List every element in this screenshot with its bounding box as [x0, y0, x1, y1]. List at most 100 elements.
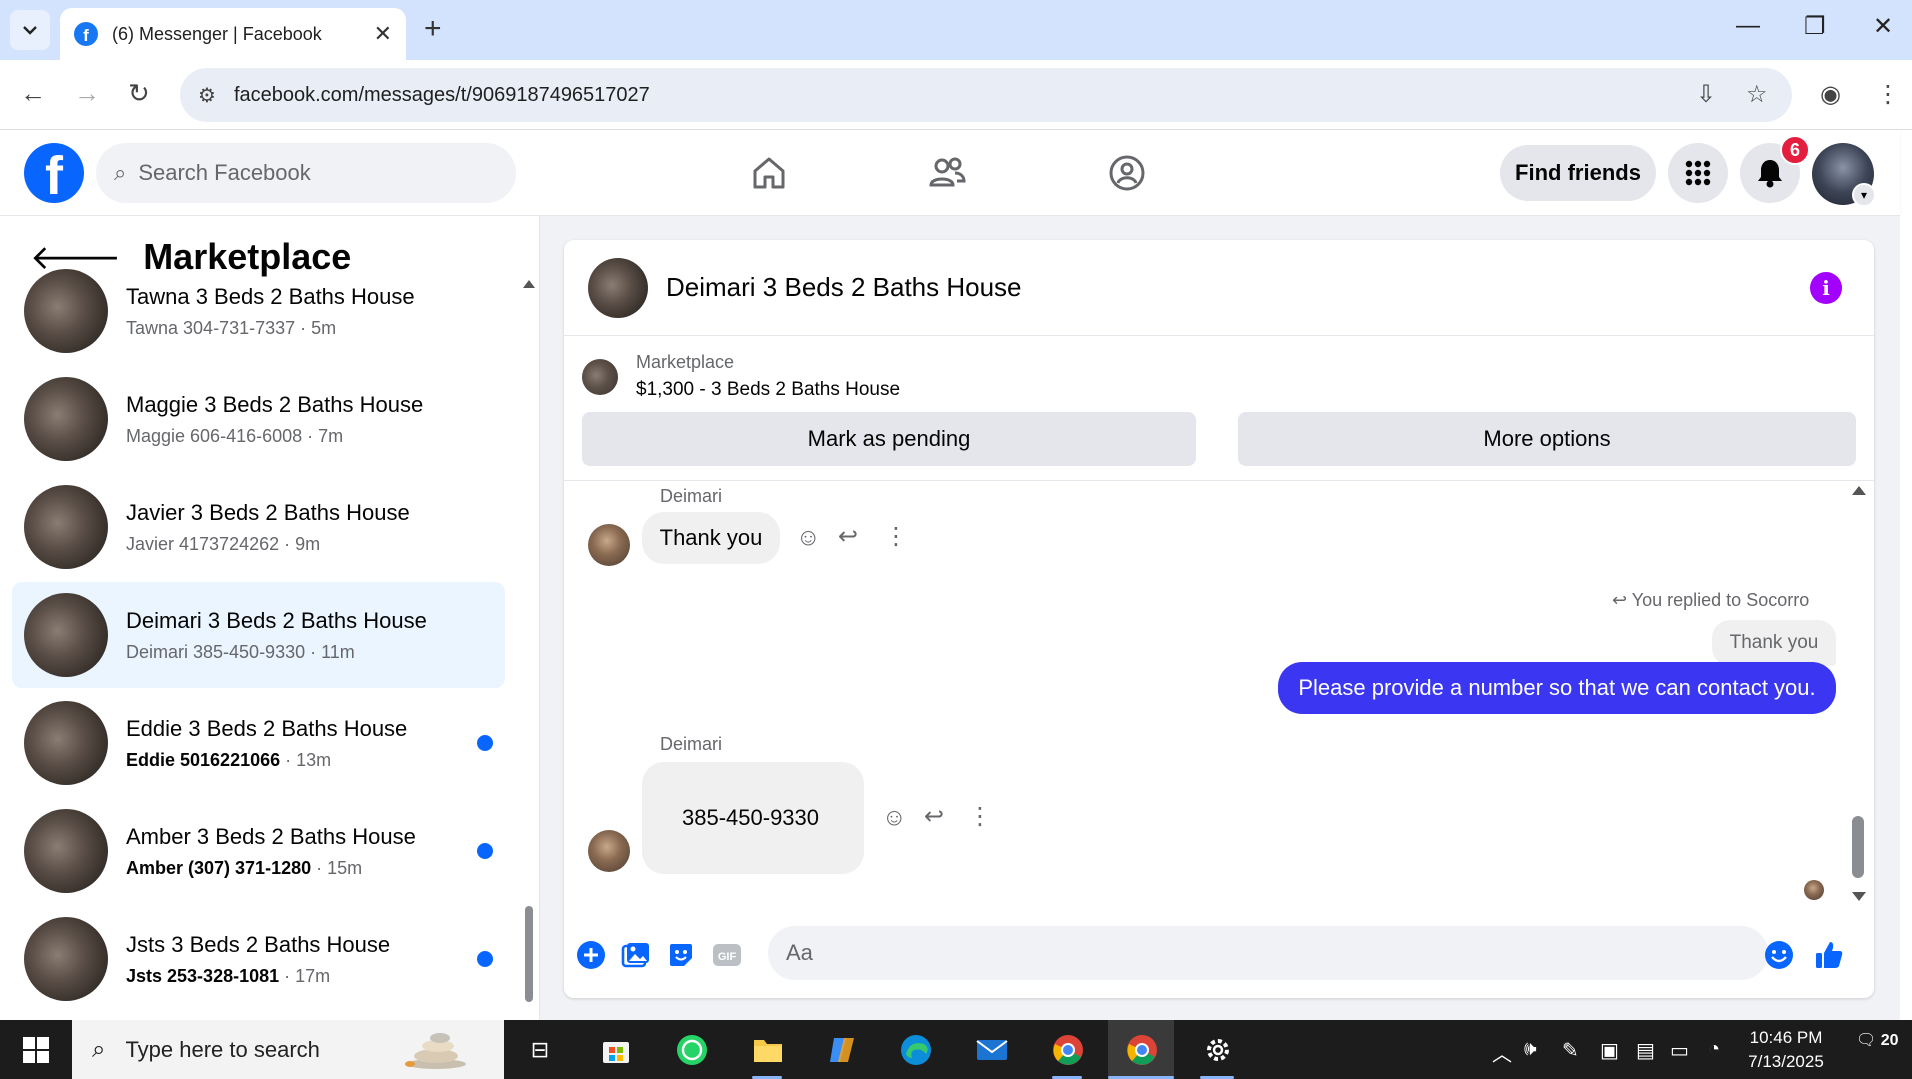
- mail-icon[interactable]: [972, 1030, 1012, 1070]
- chat-scroll-down-icon[interactable]: [1852, 892, 1866, 901]
- new-tab-button[interactable]: +: [424, 12, 442, 46]
- tray-chevron-icon[interactable]: ︿: [1492, 1038, 1512, 1067]
- menu-grid-icon[interactable]: [1668, 143, 1728, 203]
- conversation-time: 13m: [296, 749, 332, 770]
- emoji-icon[interactable]: [1762, 938, 1796, 972]
- photo-icon[interactable]: [618, 938, 652, 972]
- chrome-icon[interactable]: [1048, 1030, 1088, 1070]
- facebook-search-input[interactable]: [138, 160, 459, 186]
- plus-circle-icon[interactable]: [574, 938, 608, 972]
- groups-icon[interactable]: [1102, 150, 1152, 196]
- react-emoji-icon[interactable]: ☺: [796, 524, 821, 552]
- conversation-name: Tawna 3 Beds 2 Baths House: [126, 283, 415, 309]
- more-actions-icon[interactable]: ⋮: [884, 522, 908, 551]
- facebook-search[interactable]: ⌕: [96, 143, 516, 203]
- find-friends-button[interactable]: Find friends: [1500, 145, 1656, 201]
- message-input[interactable]: [786, 940, 1686, 966]
- windows-start-icon[interactable]: [16, 1030, 56, 1070]
- reply-icon[interactable]: ↩: [838, 522, 858, 551]
- friends-icon[interactable]: [922, 150, 972, 196]
- reply-icon[interactable]: ↩: [924, 802, 944, 831]
- avatar[interactable]: [588, 257, 648, 318]
- browser-tab[interactable]: f (6) Messenger | Facebook ✕: [60, 8, 406, 60]
- more-actions-icon[interactable]: ⋮: [968, 802, 992, 831]
- conversation-item[interactable]: Tawna 3 Beds 2 Baths House Tawna 304-731…: [12, 258, 505, 364]
- settings-gear-icon[interactable]: [1198, 1030, 1238, 1070]
- conversation-item[interactable]: Jsts 3 Beds 2 Baths House Jsts 253-328-1…: [12, 906, 505, 1012]
- wifi-icon[interactable]: ◔: [1708, 1038, 1720, 1061]
- menu-kebab-icon[interactable]: ⋮: [1876, 80, 1900, 109]
- microsoft-store-icon[interactable]: [596, 1030, 636, 1070]
- sticker-icon[interactable]: [664, 938, 698, 972]
- minimize-icon[interactable]: —: [1736, 12, 1760, 40]
- whatsapp-icon[interactable]: [672, 1030, 712, 1070]
- file-explorer-icon[interactable]: [748, 1030, 788, 1070]
- tab-search-button[interactable]: [10, 10, 50, 50]
- facebook-logo-icon[interactable]: f: [24, 143, 84, 203]
- unread-dot: [477, 951, 493, 967]
- address-bar[interactable]: ⚙ facebook.com/messages/t/90691874965170…: [180, 68, 1792, 122]
- chat-title[interactable]: Deimari 3 Beds 2 Baths House: [666, 272, 1022, 303]
- back-arrow-icon[interactable]: ←: [20, 78, 46, 109]
- conversation-item[interactable]: Maggie 3 Beds 2 Baths House Maggie 606-4…: [12, 366, 505, 472]
- conversation-preview: Javier 4173724262: [126, 533, 280, 554]
- sidebar-scrollbar[interactable]: [522, 276, 536, 1016]
- sender-avatar[interactable]: [588, 524, 630, 566]
- sender-avatar[interactable]: [588, 830, 630, 872]
- info-icon[interactable]: i: [1810, 272, 1842, 304]
- conversation-time: 5m: [311, 317, 337, 338]
- conversation-name: Jsts 3 Beds 2 Baths House: [126, 931, 391, 957]
- incoming-message[interactable]: 385-450-9330: [642, 762, 864, 874]
- taskbar-search[interactable]: ⌕ Type here to search: [72, 1020, 504, 1079]
- chrome-profile-icon[interactable]: [1122, 1030, 1162, 1070]
- battery-icon[interactable]: ▭: [1670, 1038, 1689, 1063]
- site-info-icon[interactable]: ⚙: [198, 83, 216, 108]
- gif-icon[interactable]: GIF: [710, 938, 744, 972]
- outgoing-message[interactable]: Please provide a number so that we can c…: [1278, 662, 1836, 714]
- conversation-item[interactable]: Eddie 3 Beds 2 Baths House Eddie 5016221…: [12, 690, 505, 796]
- clock[interactable]: 10:46 PM 7/13/2025: [1740, 1026, 1832, 1074]
- edge-browser-icon[interactable]: [896, 1030, 936, 1070]
- react-emoji-icon[interactable]: ☺: [882, 804, 907, 832]
- pen-icon[interactable]: ✎: [1562, 1038, 1579, 1063]
- reply-arrow-icon: ↩: [1612, 590, 1632, 610]
- conversation-item-active[interactable]: Deimari 3 Beds 2 Baths House Deimari 385…: [12, 582, 505, 688]
- conversation-item[interactable]: Amber 3 Beds 2 Baths House Amber (307) 3…: [12, 798, 505, 904]
- account-chevron-icon[interactable]: ▾: [1852, 183, 1876, 207]
- chat-scroll-up-icon[interactable]: [1852, 486, 1866, 495]
- listing-info[interactable]: Marketplace $1,300 - 3 Beds 2 Baths Hous…: [582, 352, 900, 401]
- volume-icon[interactable]: 🕪: [1524, 1038, 1537, 1061]
- close-tab-icon[interactable]: ✕: [374, 21, 392, 47]
- mark-as-pending-button[interactable]: Mark as pending: [582, 412, 1196, 466]
- bookmark-star-icon[interactable]: ☆: [1746, 80, 1768, 109]
- reload-icon[interactable]: ↻: [128, 78, 150, 109]
- camera-icon[interactable]: ▣: [1600, 1038, 1619, 1063]
- conversation-item[interactable]: Javier 3 Beds 2 Baths House Javier 41737…: [12, 474, 505, 580]
- close-window-icon[interactable]: ✕: [1873, 12, 1893, 41]
- search-icon: ⌕: [114, 160, 127, 185]
- notification-center[interactable]: 🗨 20: [1856, 1030, 1899, 1050]
- avatar: [24, 269, 108, 353]
- url-text[interactable]: facebook.com/messages/t/9069187496517027: [234, 84, 650, 107]
- restore-icon[interactable]: ❐: [1804, 12, 1826, 41]
- facebook-header: f ⌕ Find friends: [0, 130, 1900, 216]
- thumbs-up-icon[interactable]: [1812, 938, 1846, 972]
- browser-toolbar: ← → ↻ ⚙ facebook.com/messages/t/90691874…: [0, 60, 1912, 130]
- conversation-time: 7m: [318, 425, 344, 446]
- home-icon[interactable]: [744, 150, 794, 196]
- copilot-icon[interactable]: [822, 1030, 862, 1070]
- unread-dot: [477, 843, 493, 859]
- quoted-message[interactable]: Thank you: [1712, 620, 1836, 666]
- more-options-button[interactable]: More options: [1238, 412, 1856, 466]
- install-app-icon[interactable]: ⇩: [1696, 80, 1716, 109]
- display-icon[interactable]: ▤: [1636, 1038, 1655, 1063]
- task-view-icon[interactable]: ⊟: [520, 1030, 560, 1070]
- conversation-preview: Maggie 606-416-6008: [126, 425, 303, 446]
- conversation-name: Deimari 3 Beds 2 Baths House: [126, 607, 427, 633]
- chat-scrollbar-thumb[interactable]: [1852, 816, 1864, 878]
- message-composer[interactable]: [768, 926, 1768, 980]
- forward-arrow-icon[interactable]: →: [74, 78, 100, 109]
- incoming-message[interactable]: Thank you: [642, 512, 780, 564]
- search-highlight-image: [398, 1030, 474, 1070]
- profile-icon[interactable]: ◉: [1820, 80, 1841, 109]
